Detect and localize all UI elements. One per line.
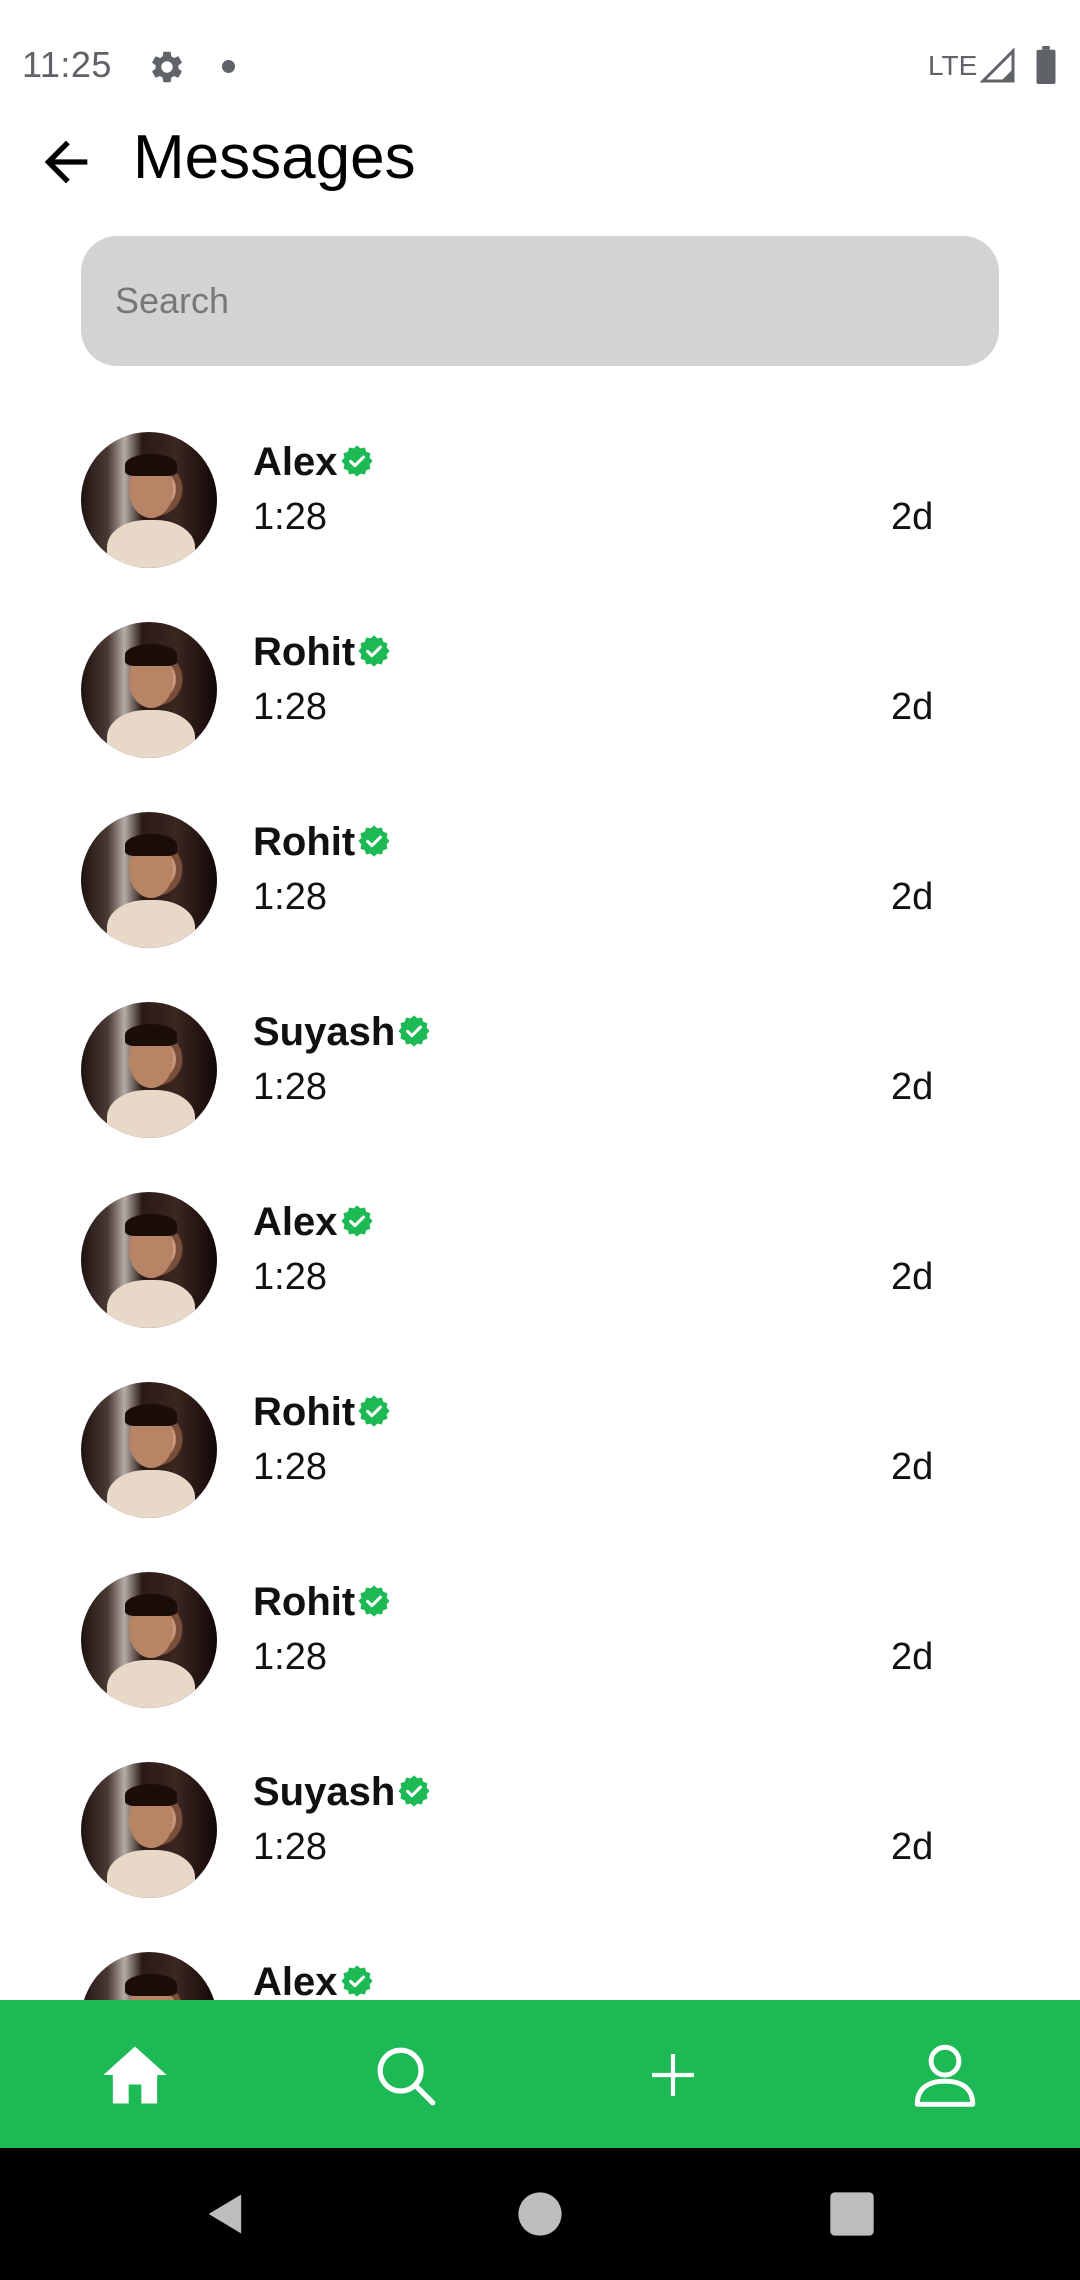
contact-name-text: Alex <box>253 1960 338 2000</box>
contact-name: Suyash <box>253 1010 431 1055</box>
battery-icon <box>1036 46 1056 84</box>
verified-badge-icon <box>340 1205 373 1237</box>
contact-name: Rohit <box>253 1580 391 1625</box>
message-preview: 1:28 <box>253 1066 327 1108</box>
status-time: 11:25 <box>22 44 112 85</box>
notification-dot-icon <box>222 60 235 73</box>
status-bar: 11:25 LTE <box>0 0 1080 135</box>
conversation-row[interactable]: Alex 1:28 2d <box>0 1182 1080 1372</box>
avatar <box>81 622 217 758</box>
message-time: 2d <box>891 876 934 918</box>
search-input[interactable] <box>81 236 999 366</box>
contact-name: Alex <box>253 1200 374 1245</box>
conversation-row[interactable]: Rohit 1:28 2d <box>0 612 1080 802</box>
nav-add-button[interactable] <box>628 2030 718 2120</box>
home-icon <box>103 2046 167 2104</box>
page-title: Messages <box>133 123 416 192</box>
avatar <box>81 432 217 568</box>
message-time: 2d <box>891 1636 934 1678</box>
contact-name: Suyash <box>253 1770 431 1815</box>
message-preview: 1:28 <box>253 1826 327 1868</box>
conversation-row[interactable]: Rohit 1:28 2d <box>0 1372 1080 1562</box>
message-time: 2d <box>891 496 934 538</box>
verified-badge-icon <box>340 445 373 477</box>
arrow-left-icon[interactable] <box>34 130 98 194</box>
system-home-icon[interactable] <box>514 2188 566 2240</box>
message-preview: 1:28 <box>253 1636 327 1678</box>
avatar <box>81 1762 217 1898</box>
message-preview: 1:28 <box>253 1446 327 1488</box>
conversation-list[interactable]: Alex 1:28 2d Rohit 1:28 2d Rohit 1:28 2d Suyash 1:… <box>0 410 1080 2000</box>
system-back-icon[interactable] <box>200 2188 252 2240</box>
contact-name: Rohit <box>253 820 391 865</box>
contact-name: Alex <box>253 440 374 485</box>
verified-badge-icon <box>358 825 390 857</box>
message-time: 2d <box>891 1826 934 1868</box>
message-preview: 1:28 <box>253 876 327 918</box>
network-label: LTE <box>928 50 978 81</box>
contact-name: Alex <box>253 1960 374 2000</box>
contact-name-text: Rohit <box>253 1390 356 1434</box>
profile-icon <box>914 2044 976 2107</box>
nav-search-button[interactable] <box>360 2030 450 2120</box>
verified-badge-icon <box>358 1585 390 1617</box>
message-preview: 1:28 <box>253 1256 327 1298</box>
contact-name: Rohit <box>253 630 391 675</box>
conversation-row[interactable]: Rohit 1:28 2d <box>0 1562 1080 1752</box>
header: Messages <box>0 120 1080 220</box>
conversation-row[interactable]: Suyash 1:28 2d <box>0 992 1080 1182</box>
gear-icon <box>152 51 182 83</box>
nav-profile-button[interactable] <box>900 2030 990 2120</box>
bottom-navigation <box>0 2000 1080 2148</box>
nav-home-button[interactable] <box>90 2030 180 2120</box>
avatar <box>81 1952 217 2000</box>
verified-badge-icon <box>340 1965 373 1997</box>
message-preview: 1:28 <box>253 496 327 538</box>
message-time: 2d <box>891 686 934 728</box>
avatar <box>81 1002 217 1138</box>
contact-name: Rohit <box>253 1390 391 1435</box>
avatar <box>81 1192 217 1328</box>
conversation-row[interactable]: Alex 1:28 2d <box>0 422 1080 612</box>
message-preview: 1:28 <box>253 686 327 728</box>
verified-badge-icon <box>358 1395 390 1427</box>
verified-badge-icon <box>358 635 390 667</box>
signal-icon <box>980 48 1015 83</box>
system-recents-icon[interactable] <box>826 2188 878 2240</box>
conversation-row[interactable]: Rohit 1:28 2d <box>0 802 1080 992</box>
contact-name-text: Rohit <box>253 1580 356 1624</box>
contact-name-text: Suyash <box>253 1010 396 1054</box>
message-time: 2d <box>891 1066 934 1108</box>
avatar <box>81 1572 217 1708</box>
plus-icon <box>652 2054 694 2096</box>
contact-name-text: Rohit <box>253 630 356 674</box>
avatar <box>81 1382 217 1518</box>
conversation-row[interactable]: Suyash 1:28 2d <box>0 1752 1080 1942</box>
conversation-row[interactable]: Alex <box>0 1942 1080 2000</box>
verified-badge-icon <box>398 1015 430 1047</box>
avatar <box>81 812 217 948</box>
contact-name-text: Alex <box>253 1200 338 1244</box>
contact-name-text: Suyash <box>253 1770 396 1814</box>
verified-badge-icon <box>398 1775 430 1807</box>
contact-name-text: Rohit <box>253 820 356 864</box>
contact-name-text: Alex <box>253 440 338 484</box>
search-icon <box>377 2047 436 2106</box>
system-navigation-bar <box>0 2148 1080 2280</box>
message-time: 2d <box>891 1446 934 1488</box>
message-time: 2d <box>891 1256 934 1298</box>
